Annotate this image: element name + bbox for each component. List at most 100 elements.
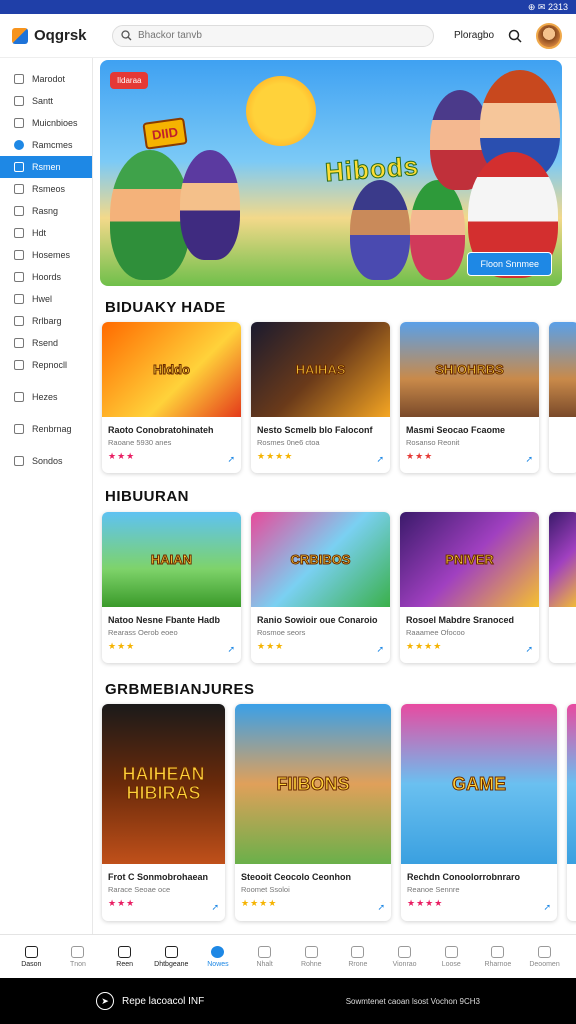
nav-item[interactable]: Rohne	[291, 945, 331, 968]
sidebar-item[interactable]: Rasng	[0, 200, 92, 222]
gear-icon	[14, 456, 24, 466]
profile-label[interactable]: Ploragbo	[454, 30, 494, 41]
thumbnail-title: SHIOHRBS	[435, 361, 505, 377]
open-arrow-icon[interactable]: ➚	[525, 644, 533, 655]
sidebar-item[interactable]: Sondos	[0, 450, 92, 472]
app-logo[interactable]: Oqgrsk	[12, 27, 112, 44]
star-rating: ★★★★	[407, 898, 444, 908]
game-card[interactable]: FIIBONS Steooit Ceocolo Ceonhon Roomet Sso…	[235, 704, 391, 921]
sidebar-item[interactable]: Hosemes	[0, 244, 92, 266]
sidebar-item[interactable]: Hwel	[0, 288, 92, 310]
page-icon	[14, 206, 24, 216]
nav-item[interactable]: Loose	[431, 945, 471, 968]
gear-icon	[14, 424, 24, 434]
thumbnail-title: Hiddo	[153, 361, 191, 377]
card-title: Raoto Conobratohinateh	[108, 425, 214, 435]
nav-item[interactable]: Dhtbgeane	[151, 945, 191, 968]
star-rating: ★★★	[257, 641, 285, 651]
open-arrow-icon[interactable]: ➚	[376, 644, 384, 655]
logo-icon	[12, 27, 28, 44]
app-title: Oqgrsk	[34, 27, 87, 44]
open-arrow-icon[interactable]: ➚	[227, 644, 235, 655]
hero-banner[interactable]: Ildaraa DIID Hibods Floon Snnmee	[100, 60, 562, 286]
sidebar-item[interactable]: Repnocll	[0, 354, 92, 376]
grid-icon	[14, 96, 24, 106]
open-arrow-icon[interactable]: ➚	[543, 902, 551, 913]
hero-badge: Ildaraa	[110, 72, 149, 89]
thumbnail-title: CRBIBOS	[290, 551, 351, 567]
search-input[interactable]	[138, 30, 418, 41]
nav-item[interactable]: Nowes	[198, 945, 238, 968]
game-card[interactable]: HAIHAS Nesto Scmelb blo Faloconf Rosmes 0n…	[251, 322, 390, 473]
hero-character-image	[350, 180, 410, 280]
game-card[interactable]: HAIAN Natoo Nesne Fbante Hadb Rearass Oero…	[102, 512, 241, 663]
sidebar-item[interactable]: Rsmeos	[0, 178, 92, 200]
sidebar-item[interactable]: Rsmen	[0, 156, 92, 178]
nav-item[interactable]: Nhalt	[245, 945, 285, 968]
gear-icon	[14, 392, 24, 402]
avatar[interactable]	[536, 22, 563, 49]
nav-item[interactable]: Reen	[105, 945, 145, 968]
sidebar-item[interactable]: Santt	[0, 90, 92, 112]
home-icon	[14, 74, 24, 84]
hero-character-image	[110, 150, 190, 280]
sidebar-item[interactable]: Muicnbioes	[0, 112, 92, 134]
game-thumbnail: CRBIBOS	[251, 512, 390, 607]
game-card[interactable]: SHIOHRBS Masmi Seocao Fcaome Rosanso Reoni…	[400, 322, 539, 473]
sidebar-item[interactable]: Hoords	[0, 266, 92, 288]
sidebar-item[interactable]: Renbrnag	[0, 418, 92, 440]
game-thumbnail: SHIOHRBS	[400, 322, 539, 417]
game-thumbnail: HAIHEAN HIBIRAS	[102, 704, 225, 864]
game-card-peek[interactable]	[567, 704, 576, 921]
game-card[interactable]: PNIVER Rosoel Mabdre Sranoced Raaamee Ofoc…	[400, 512, 539, 663]
game-card-peek[interactable]	[549, 512, 576, 663]
sidebar-item[interactable]: Rrlbarg	[0, 310, 92, 332]
game-card[interactable]: Hiddo Raoto Conobratohinateh Raoane 5930 a…	[102, 322, 241, 473]
sidebar-item[interactable]: Marodot	[0, 68, 92, 90]
open-arrow-icon[interactable]: ➚	[376, 454, 384, 465]
sidebar-item-label: Hoords	[32, 272, 62, 282]
sidebar-item-label: Santt	[32, 96, 54, 106]
hero-mascot-image	[246, 76, 316, 146]
nav-label: Rohne	[300, 960, 322, 968]
card-title: Rechdn Conoolorrobnraro	[407, 872, 520, 882]
nav-item[interactable]: Vionrao	[385, 945, 425, 968]
game-card[interactable]: GAME Rechdn Conoolorrobnraro Reanoe Sennre…	[401, 704, 557, 921]
sidebar-item[interactable]: Hdt	[0, 222, 92, 244]
open-arrow-icon[interactable]: ➚	[227, 454, 235, 465]
compass-icon[interactable]: ➤	[96, 992, 114, 1010]
sidebar-item[interactable]: Rsend	[0, 332, 92, 354]
sidebar-item[interactable]: Hezes	[0, 386, 92, 408]
page-icon	[14, 250, 24, 260]
card-subtitle: Rosanso Reonit	[406, 438, 460, 447]
sidebar-item-label: Rsmeos	[32, 184, 66, 194]
section-title: HIBUURAN	[105, 488, 189, 505]
sidebar-item-label: Marodot	[32, 74, 66, 84]
main-content: Ildaraa DIID Hibods Floon Snnmee BIDUAKY…	[93, 58, 576, 934]
game-card[interactable]: CRBIBOS Ranio Sowioir oue Conaroio Rosmoe …	[251, 512, 390, 663]
nav-label: Nowes	[207, 960, 229, 968]
game-card[interactable]: HAIHEAN HIBIRAS Frot C Sonmobrohaean Rarac…	[102, 704, 225, 921]
open-arrow-icon[interactable]: ➚	[377, 902, 385, 913]
nav-item[interactable]: Dason	[11, 945, 51, 968]
nav-item[interactable]: Deoomen	[525, 945, 565, 968]
card-subtitle: Rearass Oerob eoeo	[108, 628, 178, 637]
card-title: Rosoel Mabdre Sranoced	[406, 615, 515, 625]
nav-icon	[164, 945, 178, 958]
game-row: Hiddo Raoto Conobratohinateh Raoane 5930 a…	[102, 322, 576, 473]
nav-item[interactable]: Rrone	[338, 945, 378, 968]
hero-character-image	[410, 180, 465, 280]
search-icon[interactable]	[508, 29, 522, 43]
nav-icon	[258, 945, 272, 958]
game-card-peek[interactable]	[549, 322, 576, 473]
open-arrow-icon[interactable]: ➚	[525, 454, 533, 465]
nav-item[interactable]: Tnon	[58, 945, 98, 968]
hero-cta-button[interactable]: Floon Snnmee	[467, 252, 552, 276]
page-icon	[14, 316, 24, 326]
search-bar[interactable]	[112, 24, 434, 47]
nav-item[interactable]: Rharnoe	[478, 945, 518, 968]
nav-icon	[211, 945, 225, 958]
open-arrow-icon[interactable]: ➚	[211, 902, 219, 913]
sidebar-item[interactable]: Ramcmes	[0, 134, 92, 156]
